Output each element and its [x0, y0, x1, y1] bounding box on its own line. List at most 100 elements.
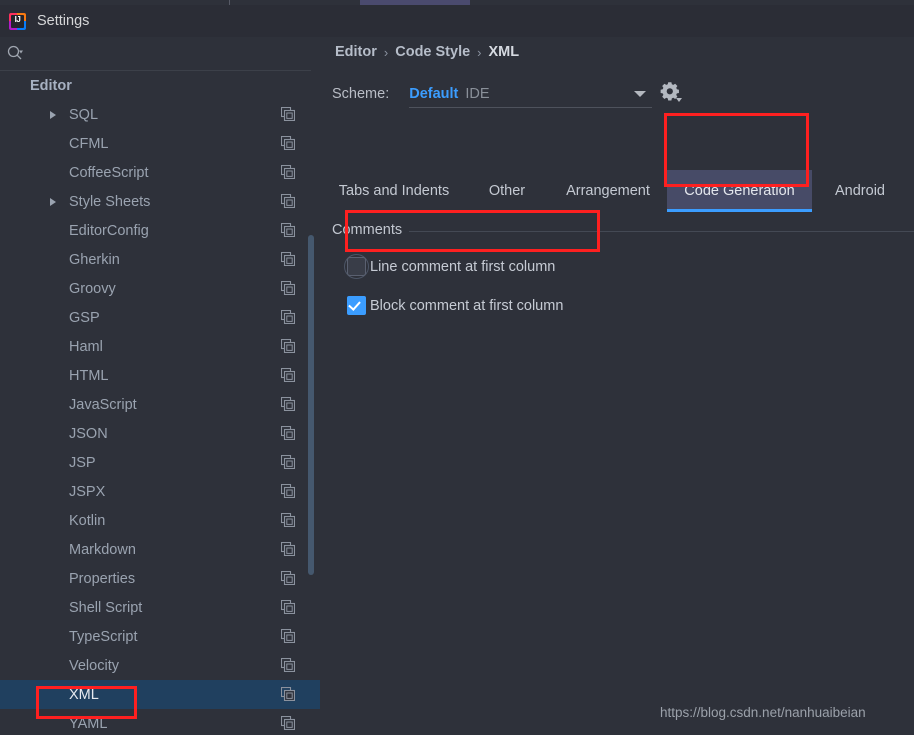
tab-code-generation[interactable]: Code Generation: [667, 170, 812, 212]
sidebar-item-label: Kotlin: [69, 512, 106, 529]
copy-icon[interactable]: [281, 426, 295, 440]
copy-icon[interactable]: [281, 165, 295, 179]
sidebar-item-properties[interactable]: Properties: [0, 564, 320, 593]
sidebar-item-editorconfig[interactable]: EditorConfig: [0, 216, 320, 245]
sidebar-item-label: SQL: [69, 106, 99, 123]
sidebar-item-groovy[interactable]: Groovy: [0, 274, 320, 303]
sidebar-item-label: Velocity: [69, 657, 119, 674]
tab-label: Arrangement: [566, 183, 650, 199]
comments-group-separator: [332, 231, 914, 232]
tab-other[interactable]: Other: [472, 170, 542, 212]
checkbox-block-comment[interactable]: [347, 296, 366, 315]
expand-arrow-icon[interactable]: [50, 198, 56, 206]
settings-sidebar: Editor SQL CFML CoffeeScript Style Sheets Ed…: [0, 37, 320, 735]
scheme-label: Scheme:: [332, 85, 390, 102]
sidebar-item-gherkin[interactable]: Gherkin: [0, 245, 320, 274]
comments-group-title: Comments: [332, 222, 410, 238]
settings-tree: Editor SQL CFML CoffeeScript Style Sheets Ed…: [0, 71, 320, 735]
copy-icon[interactable]: [281, 687, 295, 701]
copy-icon[interactable]: [281, 223, 295, 237]
sidebar-item-label: XML: [69, 686, 99, 703]
tab-android[interactable]: Android: [814, 170, 906, 212]
title-bar: IJ Settings: [0, 5, 914, 37]
checkbox-label-block-comment: Block comment at first column: [370, 297, 564, 314]
settings-main-panel: Editor › Code Style › XML Scheme: Defaul…: [320, 37, 914, 735]
breadcrumb-separator: ›: [477, 44, 482, 60]
sidebar-item-label: Gherkin: [69, 251, 120, 268]
sidebar-item-label: JSON: [69, 425, 108, 442]
copy-icon[interactable]: [281, 194, 295, 208]
breadcrumb-item-code-style[interactable]: Code Style: [395, 44, 470, 60]
breadcrumb-item-xml: XML: [488, 44, 520, 60]
search-icon[interactable]: [7, 45, 23, 61]
sidebar-item-markdown[interactable]: Markdown: [0, 535, 320, 564]
copy-icon[interactable]: [281, 629, 295, 643]
checkbox-row-line-comment[interactable]: Line comment at first column: [344, 254, 555, 279]
sidebar-item-html[interactable]: HTML: [0, 361, 320, 390]
scheme-row: Scheme: Default IDE: [332, 81, 653, 108]
sidebar-item-typescript[interactable]: TypeScript: [0, 622, 320, 651]
copy-icon[interactable]: [281, 107, 295, 121]
copy-icon[interactable]: [281, 136, 295, 150]
copy-icon[interactable]: [281, 658, 295, 672]
sidebar-item-label: GSP: [69, 309, 100, 326]
tab-tabs-and-indents[interactable]: Tabs and Indents: [328, 170, 460, 212]
sidebar-item-haml[interactable]: Haml: [0, 332, 320, 361]
copy-icon[interactable]: [281, 716, 295, 730]
sidebar-item-json[interactable]: JSON: [0, 419, 320, 448]
search-row[interactable]: [0, 37, 320, 70]
copy-icon[interactable]: [281, 571, 295, 585]
intellij-idea-logo-icon: IJ: [9, 12, 26, 30]
scheme-select[interactable]: Default IDE: [409, 81, 653, 108]
sidebar-item-label: JavaScript: [69, 396, 137, 413]
copy-icon[interactable]: [281, 339, 295, 353]
sidebar-item-label: CFML: [69, 135, 109, 152]
checkbox-line-comment[interactable]: [344, 254, 369, 279]
window-title: Settings: [37, 13, 90, 29]
tree-group-editor[interactable]: Editor: [0, 71, 320, 100]
expand-arrow-icon[interactable]: [50, 111, 56, 119]
copy-icon[interactable]: [281, 281, 295, 295]
settings-dialog: IJ Settings Editor SQL CFML CoffeeScript St…: [0, 0, 914, 735]
copy-icon[interactable]: [281, 600, 295, 614]
scheme-scope: IDE: [465, 85, 490, 102]
copy-icon[interactable]: [281, 484, 295, 498]
gear-icon[interactable]: [657, 79, 683, 105]
sidebar-item-kotlin[interactable]: Kotlin: [0, 506, 320, 535]
watermark: https://blog.csdn.net/nanhuaibeian: [660, 705, 866, 720]
sidebar-item-xml[interactable]: XML: [0, 680, 320, 709]
sidebar-item-coffeescript[interactable]: CoffeeScript: [0, 158, 320, 187]
sidebar-item-label: JSPX: [69, 483, 106, 500]
copy-icon[interactable]: [281, 397, 295, 411]
sidebar-item-label: TypeScript: [69, 628, 138, 645]
breadcrumb-item-editor[interactable]: Editor: [335, 44, 377, 60]
sidebar-item-style-sheets[interactable]: Style Sheets: [0, 187, 320, 216]
sidebar-item-velocity[interactable]: Velocity: [0, 651, 320, 680]
breadcrumb-separator: ›: [383, 44, 389, 60]
copy-icon[interactable]: [281, 455, 295, 469]
checkbox-row-block-comment[interactable]: Block comment at first column: [347, 296, 563, 315]
copy-icon[interactable]: [281, 513, 295, 527]
sidebar-item-jspx[interactable]: JSPX: [0, 477, 320, 506]
tab-arrangement[interactable]: Arrangement: [550, 170, 666, 212]
sidebar-item-jsp[interactable]: JSP: [0, 448, 320, 477]
search-input[interactable]: [28, 43, 298, 63]
copy-icon[interactable]: [281, 542, 295, 556]
tab-label: Other: [488, 183, 526, 199]
sidebar-item-yaml[interactable]: YAML: [0, 709, 320, 735]
sidebar-item-javascript[interactable]: JavaScript: [0, 390, 320, 419]
sidebar-item-label: Style Sheets: [69, 193, 151, 210]
sidebar-item-gsp[interactable]: GSP: [0, 303, 320, 332]
copy-icon[interactable]: [281, 368, 295, 382]
sidebar-item-shell-script[interactable]: Shell Script: [0, 593, 320, 622]
tab-label: Code Generation: [684, 183, 795, 199]
sidebar-item-label: JSP: [69, 454, 96, 471]
sidebar-item-sql[interactable]: SQL: [0, 100, 320, 129]
sidebar-item-label: Shell Script: [69, 599, 143, 616]
copy-icon[interactable]: [281, 252, 295, 266]
chevron-down-icon[interactable]: [634, 91, 647, 97]
sidebar-item-cfml[interactable]: CFML: [0, 129, 320, 158]
sidebar-scrollbar-thumb[interactable]: [308, 235, 314, 575]
sidebar-item-label: CoffeeScript: [69, 164, 149, 181]
copy-icon[interactable]: [281, 310, 295, 324]
